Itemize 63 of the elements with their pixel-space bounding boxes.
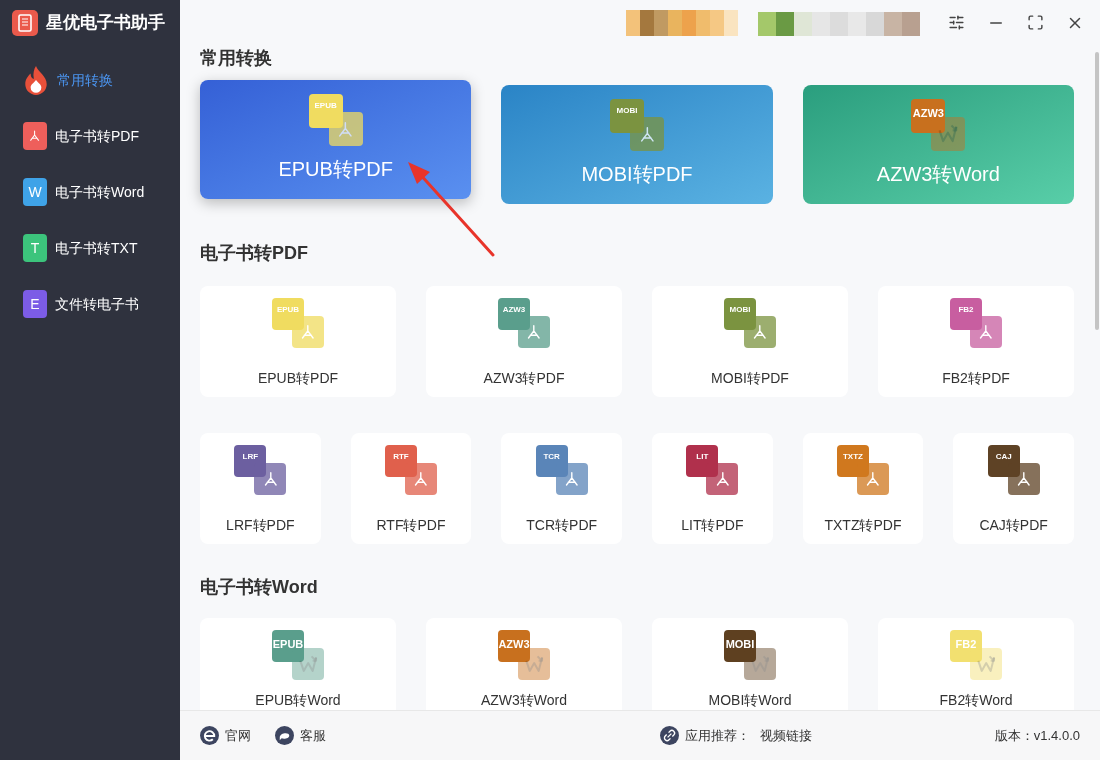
- format-tag: AZW3: [498, 630, 530, 662]
- conversion-card[interactable]: MOBI MOBI转Word: [652, 618, 848, 710]
- footer-link[interactable]: 客服: [275, 725, 326, 746]
- section-title: 常用转换: [200, 47, 273, 70]
- fire-icon: [23, 65, 49, 95]
- conversion-card[interactable]: TCR TCR转PDF: [501, 433, 622, 544]
- word-file-icon: [931, 117, 966, 151]
- browser-icon: [200, 726, 219, 745]
- section-title: 电子书转Word: [200, 576, 319, 599]
- word-file-icon: [744, 648, 776, 680]
- pdf-file-icon: [857, 463, 889, 495]
- word-file-icon: [970, 648, 1002, 680]
- video-link[interactable]: 视频链接: [760, 725, 812, 746]
- maximize-icon[interactable]: [1027, 14, 1044, 31]
- conversion-card[interactable]: LIT LIT转PDF: [652, 433, 773, 544]
- pdf-file-icon: [518, 316, 550, 348]
- format-tag: FB2: [950, 630, 982, 662]
- word-file-icon: [518, 648, 550, 680]
- sidebar-item[interactable]: 常用转换: [0, 65, 180, 95]
- format-tag: AZW3: [911, 99, 946, 133]
- file-letter-icon: E: [23, 290, 47, 318]
- pdf-file-icon: [1007, 463, 1040, 495]
- sidebar-item[interactable]: T 电子书转TXT: [0, 233, 180, 263]
- format-tag: EPUB: [272, 630, 304, 662]
- pdf-file-icon: [254, 463, 287, 495]
- pdf-file-icon: [555, 463, 588, 495]
- footer-link[interactable]: 官网: [200, 725, 251, 746]
- chat-icon: [275, 726, 294, 745]
- scrollbar-thumb[interactable]: [1095, 52, 1099, 330]
- conversion-card[interactable]: CAJ CAJ转PDF: [953, 433, 1074, 544]
- file-letter-icon: W: [23, 178, 47, 206]
- pdf-file-icon: [630, 117, 664, 151]
- pdf-file-icon: [328, 112, 363, 146]
- conversion-card[interactable]: FB2 FB2转Word: [878, 618, 1074, 710]
- file-letter-icon: T: [23, 234, 47, 262]
- pdf-file-icon: [405, 463, 437, 495]
- link-icon: [660, 726, 679, 745]
- app-title: 星优电子书助手: [46, 11, 165, 34]
- conversion-card[interactable]: RTF RTF转PDF: [350, 433, 472, 544]
- conversion-card[interactable]: TXTZ TXTZ转PDF: [802, 433, 924, 544]
- settings-icon[interactable]: [948, 14, 965, 31]
- conversion-card[interactable]: FB2 FB2转PDF: [878, 286, 1074, 397]
- sidebar-item[interactable]: E 文件转电子书: [0, 289, 180, 319]
- pdf-file-icon: [706, 463, 739, 495]
- recommend-label: 应用推荐：: [685, 726, 750, 745]
- sidebar-item[interactable]: W 电子书转Word: [0, 177, 180, 207]
- sidebar-item[interactable]: 电子书转PDF: [0, 121, 180, 151]
- pdf-file-icon: [744, 316, 776, 348]
- conversion-card[interactable]: MOBI MOBI转PDF: [652, 286, 848, 397]
- pdf-file-icon: [970, 316, 1002, 348]
- conversion-card[interactable]: AZW3 AZW3转Word: [426, 618, 622, 710]
- conversion-card[interactable]: LRF LRF转PDF: [200, 433, 321, 544]
- conversion-card[interactable]: EPUB EPUB转Word: [200, 618, 396, 710]
- app-logo-icon: [12, 9, 38, 36]
- pdf-file-icon: [292, 316, 324, 348]
- conversion-card[interactable]: EPUB EPUB转PDF: [200, 286, 396, 397]
- format-tag: MOBI: [724, 630, 756, 662]
- conversion-card[interactable]: AZW3 AZW3转PDF: [426, 286, 622, 397]
- featured-card[interactable]: AZW3 AZW3转Word: [802, 85, 1074, 204]
- word-file-icon: [292, 648, 324, 680]
- featured-card[interactable]: EPUB EPUB转PDF: [200, 80, 472, 199]
- version-label: 版本：v1.4.0.0: [994, 726, 1080, 745]
- section-title: 电子书转PDF: [200, 242, 309, 265]
